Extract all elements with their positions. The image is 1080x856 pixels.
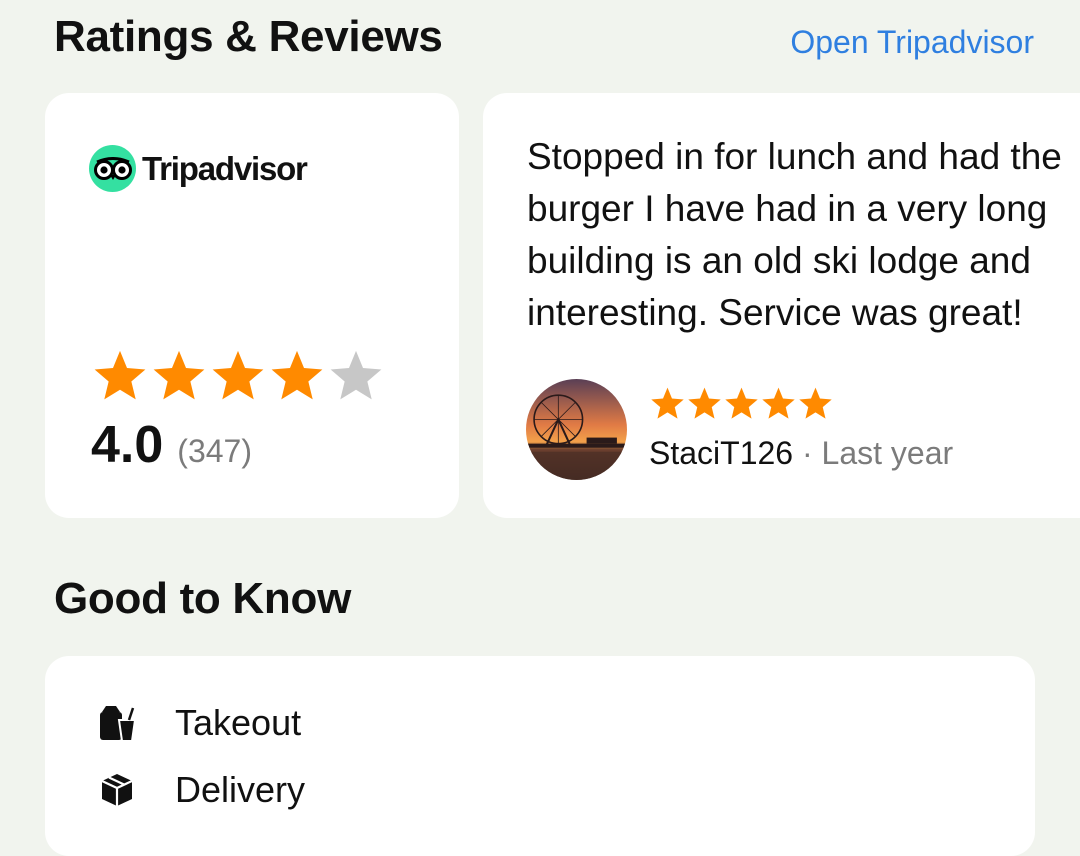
ratings-reviews-title: Ratings & Reviews (54, 12, 443, 61)
good-to-know-item-delivery: Delivery (97, 769, 305, 811)
good-to-know-item-takeout: Takeout (97, 702, 301, 744)
star-filled-icon (271, 350, 323, 400)
review-byline: StaciT126 · Last year (649, 435, 953, 472)
review-line: interesting. Service was great! (527, 292, 1023, 333)
review-count: (347) (177, 433, 252, 469)
star-filled-icon (762, 387, 795, 419)
byline-separator: · (801, 435, 813, 471)
review-card[interactable]: Stopped in for lunch and had the burger … (483, 93, 1080, 518)
reviewer-name[interactable]: StaciT126 (649, 435, 793, 471)
star-empty-icon (330, 350, 382, 400)
reviewer-avatar (526, 379, 627, 480)
tripadvisor-wordmark: Tripadvisor (142, 149, 308, 187)
star-filled-icon (212, 350, 264, 400)
tripadvisor-owl-icon (89, 145, 136, 192)
delivery-box-icon (97, 770, 137, 810)
review-stars (649, 385, 834, 421)
star-filled-icon (799, 387, 832, 419)
rating-summary-card[interactable]: Tripadvisor 4.0 (347) (45, 93, 459, 518)
star-filled-icon (688, 387, 721, 419)
open-tripadvisor-link[interactable]: Open Tripadvisor (790, 24, 1034, 61)
rating-stars (91, 347, 386, 403)
review-line: building is an old ski lodge and (527, 240, 1031, 281)
good-to-know-title: Good to Know (54, 574, 351, 623)
tripadvisor-logo: Tripadvisor (89, 145, 308, 192)
rating-score: 4.0 (91, 416, 164, 474)
star-filled-icon (725, 387, 758, 419)
delivery-label: Delivery (175, 769, 306, 810)
star-filled-icon (153, 350, 205, 400)
score-row: 4.0 (347) (91, 415, 252, 475)
star-filled-icon (94, 350, 146, 400)
review-date: Last year (821, 435, 954, 471)
review-text: Stopped in for lunch and had the burger … (527, 131, 1080, 339)
takeout-label: Takeout (175, 702, 302, 743)
star-filled-icon (651, 387, 684, 419)
review-line: Stopped in for lunch and had the (527, 136, 1062, 177)
takeout-bag-icon (97, 703, 137, 743)
review-line: burger I have had in a very long (527, 188, 1048, 229)
good-to-know-card: Takeout Delivery (45, 656, 1035, 856)
